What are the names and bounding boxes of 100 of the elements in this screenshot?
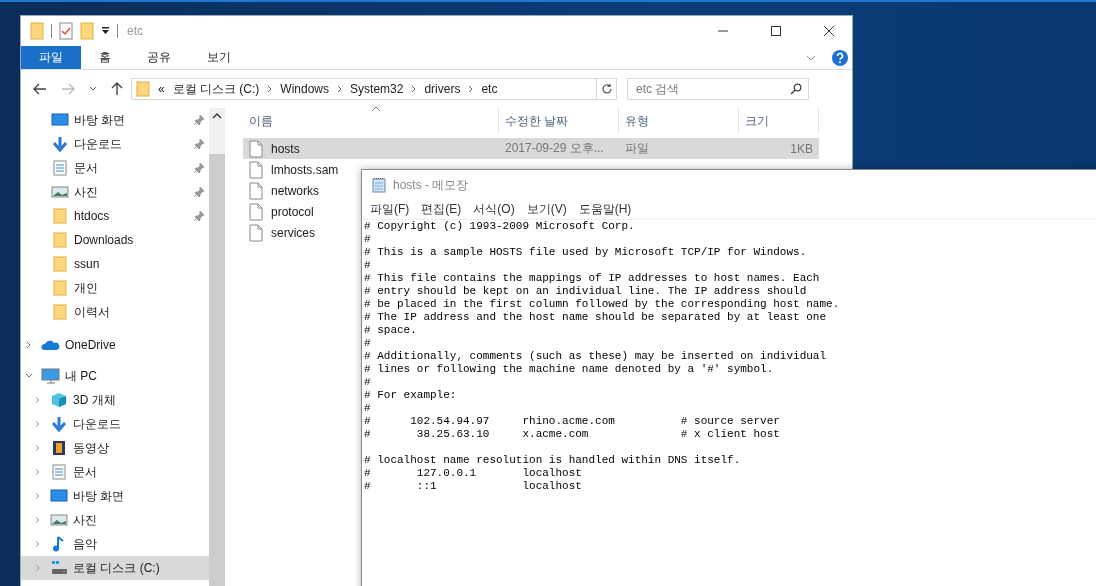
nav-item[interactable]: 문서 [21, 460, 209, 484]
pin-icon[interactable] [193, 162, 205, 174]
address-bar[interactable]: « 로컬 디스크 (C:) Windows System32 drivers etc [131, 78, 597, 100]
nav-item[interactable]: 사진 [21, 180, 209, 204]
file-row[interactable]: lmhosts.sam [243, 159, 345, 180]
expand-chevron-icon[interactable] [34, 468, 42, 476]
file-row[interactable]: hosts 2017-09-29 오후... 파일 1KB [243, 138, 819, 159]
file-row[interactable]: protocol [243, 201, 320, 222]
expand-chevron-icon[interactable] [34, 564, 42, 572]
nav-item[interactable]: 개인 [21, 276, 209, 300]
refresh-button[interactable] [597, 78, 617, 100]
file-row[interactable]: networks [243, 180, 326, 201]
pc-icon [41, 368, 61, 384]
video-icon [50, 440, 68, 456]
column-header[interactable]: 수정한 날짜 [499, 108, 619, 134]
folder-icon [136, 81, 150, 97]
back-arrow-icon[interactable] [33, 83, 47, 95]
ribbon-tab[interactable]: 파일 [21, 46, 81, 69]
chevron-right-icon[interactable] [468, 85, 474, 93]
expand-chevron-icon[interactable] [34, 540, 42, 548]
nav-item[interactable]: 사진 [21, 508, 209, 532]
document-icon [51, 160, 69, 176]
search-field[interactable]: etc 검색 [627, 78, 809, 100]
nav-item[interactable]: 다운로드 [21, 132, 209, 156]
menu-item[interactable]: 편집(E) [421, 201, 462, 218]
expand-chevron-icon[interactable] [34, 420, 42, 428]
expand-chevron-icon[interactable] [34, 516, 42, 524]
up-arrow-icon[interactable] [111, 82, 123, 96]
menu-item[interactable]: 파일(F) [370, 201, 410, 218]
folder-icon [51, 304, 69, 320]
help-icon[interactable] [832, 49, 848, 66]
folder-icon [51, 256, 69, 272]
menu-item[interactable]: 도움말(H) [578, 201, 632, 218]
forward-arrow-icon[interactable] [61, 83, 75, 95]
expand-chevron-icon[interactable] [34, 396, 42, 404]
nav-item[interactable]: 로컬 디스크 (C:) [21, 556, 209, 580]
close-icon[interactable] [823, 25, 835, 37]
nav-item[interactable]: OneDrive [21, 333, 209, 357]
nav-item[interactable]: 문서 [21, 156, 209, 180]
chevron-right-icon[interactable] [337, 85, 343, 93]
menu-item[interactable]: 서식(O) [473, 201, 515, 218]
pictures-icon [51, 184, 69, 200]
collapse-chevron-icon[interactable] [25, 372, 33, 380]
recent-caret-icon[interactable] [89, 86, 97, 92]
breadcrumb[interactable]: Windows [280, 82, 330, 96]
column-header[interactable]: 이름 [243, 108, 499, 134]
ribbon-tab[interactable]: 홈 [81, 46, 129, 69]
nav-item[interactable]: 음악 [21, 532, 209, 556]
properties-icon[interactable] [59, 22, 73, 40]
expand-chevron-icon[interactable] [25, 341, 33, 349]
file-name: protocol [271, 204, 314, 219]
nav-item[interactable]: 3D 개체 [21, 388, 209, 412]
cube-icon [50, 392, 68, 408]
ribbon-tab[interactable]: 공유 [129, 46, 189, 69]
menu-item[interactable]: 보기(V) [526, 201, 567, 218]
nav-item[interactable]: 바탕 화면 [21, 108, 209, 132]
nav-item[interactable]: Downloads [21, 228, 209, 252]
ribbon-tab[interactable]: 보기 [189, 46, 249, 69]
chevron-right-icon[interactable] [411, 85, 417, 93]
expand-chevron-icon[interactable] [34, 492, 42, 500]
file-name: services [271, 225, 315, 240]
pin-icon[interactable] [193, 138, 205, 150]
folder-icon [51, 280, 69, 296]
pin-icon[interactable] [193, 114, 205, 126]
pin-icon[interactable] [193, 210, 205, 222]
column-header[interactable]: 크기 [739, 108, 819, 134]
sort-caret-icon [370, 106, 381, 112]
nav-item[interactable]: htdocs [21, 204, 209, 228]
dropdown-icon[interactable] [101, 26, 110, 36]
chevron-right-icon[interactable] [267, 85, 273, 93]
file-row[interactable]: services [243, 222, 321, 243]
refresh-icon[interactable] [600, 83, 613, 95]
nav-item[interactable]: 동영상 [21, 436, 209, 460]
file-icon [249, 160, 263, 179]
nav-item[interactable]: 이력서 [21, 300, 209, 324]
desktop-icon [50, 488, 68, 504]
expand-chevron-icon[interactable] [34, 444, 42, 452]
notepad-icon [371, 177, 387, 193]
nav-item[interactable]: 내 PC [21, 364, 209, 388]
folder-icon [51, 208, 69, 224]
scrollbar-thumb[interactable] [209, 108, 225, 154]
breadcrumb[interactable]: etc [481, 82, 498, 96]
file-size: 1KB [790, 141, 813, 156]
scrollbar[interactable] [209, 108, 225, 586]
file-icon [249, 202, 263, 221]
column-header[interactable]: 유형 [619, 108, 739, 134]
search-icon[interactable] [790, 83, 802, 95]
pin-icon[interactable] [193, 186, 205, 198]
nav-item[interactable]: ssun [21, 252, 209, 276]
maximize-icon[interactable] [770, 25, 782, 37]
file-icon [249, 139, 263, 158]
chevron-down-icon[interactable] [806, 53, 816, 62]
breadcrumb[interactable]: drivers [424, 82, 461, 96]
overflow-chevron[interactable]: « [158, 82, 165, 96]
breadcrumb[interactable]: 로컬 디스크 (C:) [172, 80, 260, 98]
nav-item[interactable]: 바탕 화면 [21, 484, 209, 508]
nav-item[interactable]: 다운로드 [21, 412, 209, 436]
file-name: lmhosts.sam [271, 162, 339, 177]
breadcrumb[interactable]: System32 [350, 82, 404, 96]
file-type: 파일 [625, 140, 649, 157]
